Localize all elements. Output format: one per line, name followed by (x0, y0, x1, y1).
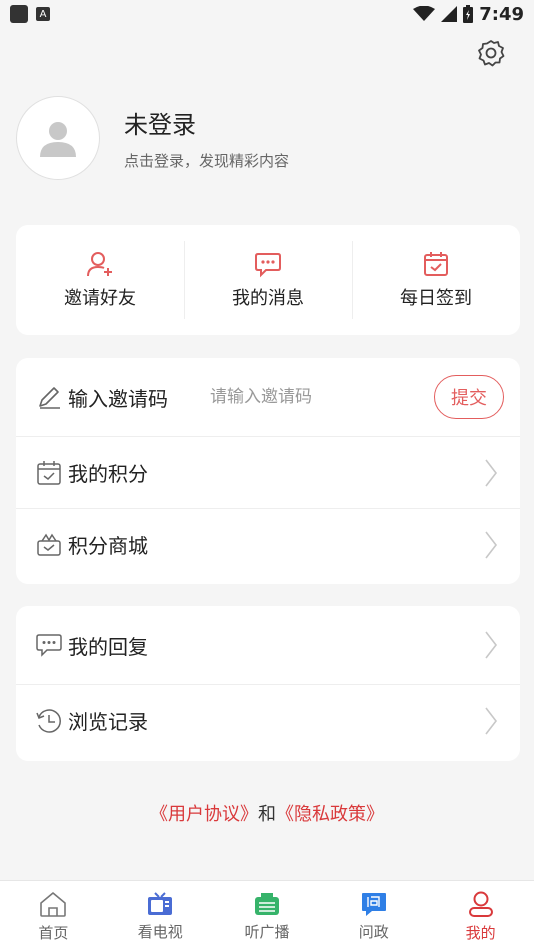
wifi-icon (413, 6, 436, 21)
browse-history-row[interactable]: 浏览记录 (16, 684, 520, 756)
gift-box-icon (34, 530, 64, 560)
agreement-and-text: 和 (258, 804, 276, 825)
calendar-points-icon (34, 458, 64, 488)
user-agreement-link[interactable]: 《用户协议》 (150, 804, 258, 825)
question-chat-icon (361, 892, 386, 916)
my-replies-row[interactable]: 我的回复 (16, 606, 520, 684)
activity-menu-card: 我的回复 浏览记录 (16, 606, 520, 761)
message-icon (255, 253, 281, 278)
chevron-right-icon (485, 707, 498, 734)
tab-mine[interactable]: 我的 (427, 881, 534, 951)
status-bar: A 7:49 (0, 0, 534, 28)
add-user-icon (87, 252, 112, 277)
agreement-links: 《用户协议》和《隐私政策》 (0, 800, 534, 826)
user-icon (468, 891, 493, 917)
tv-icon (148, 891, 173, 915)
tab-radio-label: 听广播 (244, 922, 290, 941)
tab-politics-label: 问政 (358, 922, 389, 941)
bottom-tab-bar: 首页 看电视 听广播 问政 我的 (0, 880, 534, 951)
settings-gear-icon[interactable] (476, 38, 506, 68)
radio-icon (254, 892, 279, 915)
browse-history-label: 浏览记录 (68, 710, 148, 734)
tab-home-label: 首页 (38, 923, 69, 942)
signal-icon (441, 6, 458, 22)
login-subtitle: 点击登录，发现精彩内容 (124, 152, 290, 170)
points-mall-row[interactable]: 积分商城 (16, 508, 520, 580)
privacy-policy-link[interactable]: 《隐私政策》 (276, 804, 384, 825)
invite-code-row: 输入邀请码 提交 (16, 358, 520, 436)
points-menu-card: 输入邀请码 提交 我的积分 积分商城 (16, 358, 520, 584)
history-clock-icon (34, 706, 64, 736)
avatar[interactable] (16, 96, 100, 180)
app-notification-icon: A (36, 7, 50, 21)
tab-radio[interactable]: 听广播 (214, 881, 321, 951)
invite-friends-label: 邀请好友 (64, 288, 136, 309)
status-time: 7:49 (479, 3, 524, 25)
calendar-check-icon (424, 252, 448, 276)
battery-icon (463, 5, 474, 23)
home-icon (40, 891, 67, 917)
my-points-label: 我的积分 (68, 462, 148, 486)
chevron-right-icon (485, 531, 498, 558)
tab-home[interactable]: 首页 (0, 881, 107, 951)
daily-checkin-button[interactable]: 每日签到 (352, 225, 520, 335)
tab-tv-label: 看电视 (137, 922, 183, 941)
my-messages-label: 我的消息 (232, 288, 304, 309)
invite-code-label: 输入邀请码 (68, 386, 168, 411)
notification-icon (10, 5, 28, 23)
chevron-right-icon (485, 631, 498, 659)
comment-icon (34, 630, 64, 660)
submit-button[interactable]: 提交 (434, 375, 504, 419)
my-replies-label: 我的回复 (68, 634, 148, 659)
quick-actions-card: 邀请好友 我的消息 每日签到 (16, 225, 520, 335)
my-points-row[interactable]: 我的积分 (16, 436, 520, 508)
my-messages-button[interactable]: 我的消息 (184, 225, 352, 335)
tab-politics[interactable]: 问政 (320, 881, 427, 951)
tab-mine-label: 我的 (465, 923, 496, 942)
tab-tv[interactable]: 看电视 (107, 881, 214, 951)
profile-header[interactable]: 未登录 点击登录，发现精彩内容 (16, 96, 289, 180)
login-title[interactable]: 未登录 (124, 105, 289, 140)
invite-friends-button[interactable]: 邀请好友 (16, 225, 184, 335)
user-placeholder-icon (40, 122, 76, 157)
chevron-right-icon (485, 459, 498, 486)
daily-checkin-label: 每日签到 (400, 288, 472, 309)
points-mall-label: 积分商城 (68, 534, 148, 558)
invite-code-input[interactable] (208, 386, 372, 408)
pencil-icon (34, 382, 64, 412)
